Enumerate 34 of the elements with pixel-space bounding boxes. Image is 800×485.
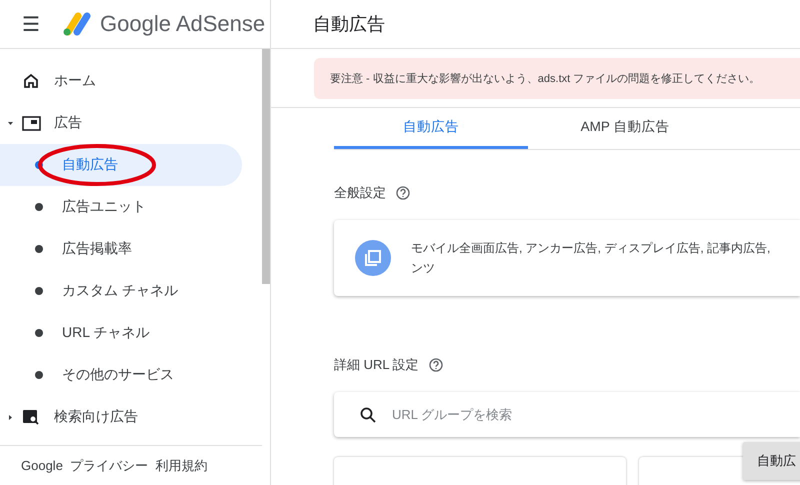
footer-links: Google プライバシー 利用規約 [0, 445, 262, 485]
section-title: 全般設定 [334, 184, 386, 202]
sidebar-item[interactable]: カスタム チャネル [0, 270, 242, 312]
section-title: 詳細 URL 設定 [334, 356, 419, 374]
search-ad-icon [22, 409, 40, 425]
help-icon[interactable] [428, 358, 443, 372]
card-description: ンツ [411, 260, 436, 277]
menu-button[interactable]: ☰ [0, 12, 62, 36]
sidebar-item[interactable]: URL チャネル [0, 312, 242, 354]
sidebar-item[interactable]: 自動広告 [0, 144, 242, 186]
scrollbar[interactable] [262, 49, 270, 284]
sidebar-item[interactable]: 広告 [0, 102, 242, 144]
ad-formats-icon [355, 240, 391, 276]
caret-right-icon [8, 414, 12, 420]
settings-card[interactable]: モバイル全画面広告, アンカー広告, ディスプレイ広告, 記事内広告, ンツ [334, 220, 800, 296]
logo-icon [62, 12, 92, 36]
caret-down-icon [8, 120, 12, 126]
tab[interactable]: 自動広告 [334, 108, 528, 149]
search-icon [360, 406, 376, 422]
help-icon[interactable] [396, 186, 410, 200]
auto-ads-button[interactable]: 自動広 [743, 442, 800, 480]
product-name: Google AdSense [100, 11, 266, 37]
card-description: モバイル全画面広告, アンカー広告, ディスプレイ広告, 記事内広告, [411, 240, 770, 257]
sidebar-item[interactable]: ホーム [0, 60, 242, 102]
warning-banner: 要注意 - 収益に重大な影響が出ないよう、ads.txt ファイルの問題を修正してください。 [314, 58, 800, 99]
page-title: 自動広告 [313, 13, 385, 36]
sidebar-item[interactable]: 広告ユニット [0, 186, 242, 228]
home-icon [23, 73, 39, 89]
tab[interactable]: AMP 自動広告 [528, 108, 722, 149]
sidebar-item[interactable]: その他のサービス [0, 354, 242, 396]
sidebar-item[interactable]: 広告掲載率 [0, 228, 242, 270]
search-field[interactable]: URL グループを検索 [390, 406, 800, 423]
ad-icon [22, 116, 40, 130]
sidebar-item[interactable]: 検索向け広告 [0, 396, 242, 438]
